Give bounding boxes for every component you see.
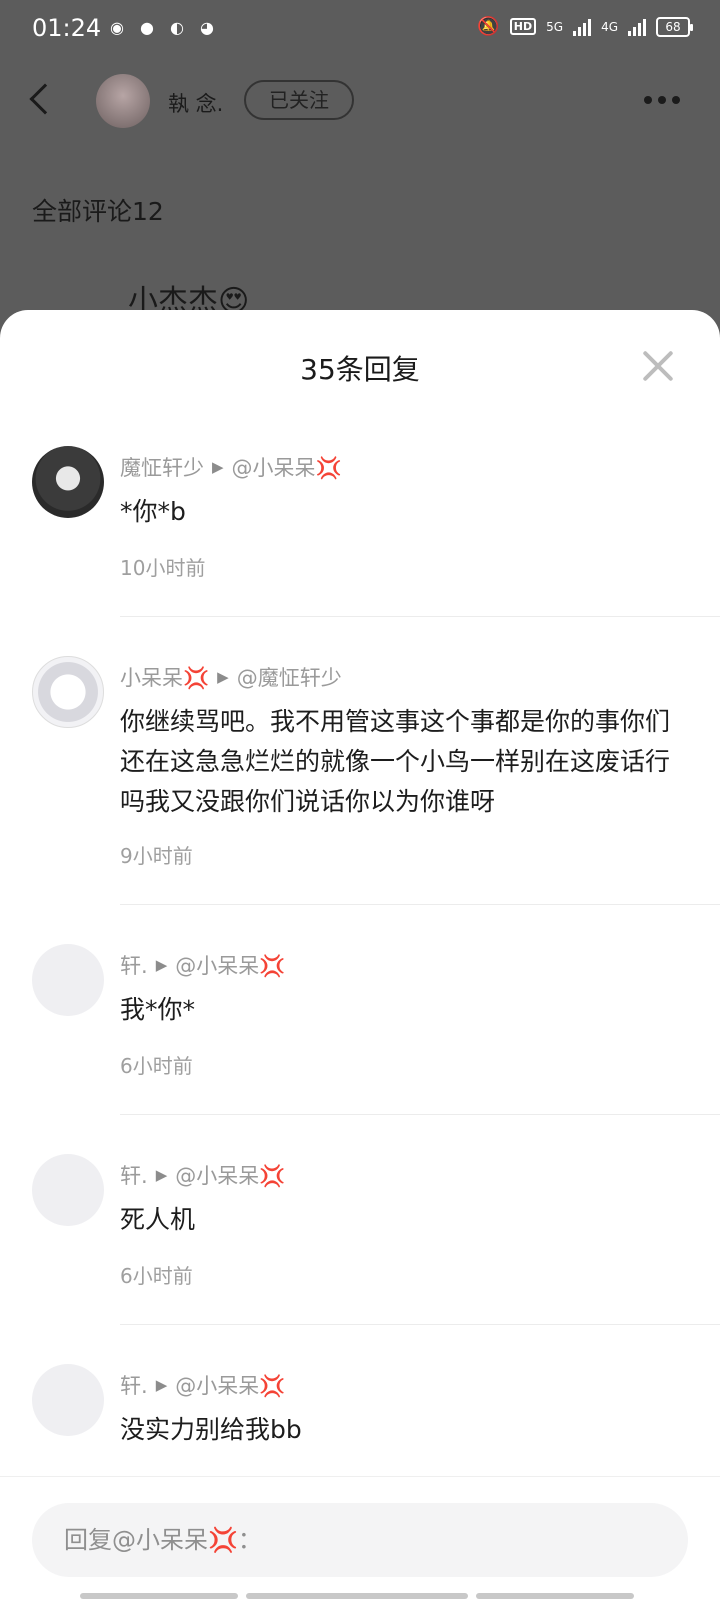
reply-arrow-icon: ▶ [155,1376,168,1394]
network-4g-label: 4G [601,19,618,34]
reply-text: 死人机 [120,1205,196,1234]
reply-time: 6小时前 [120,1054,193,1078]
reply-text: 我*你* [120,995,196,1024]
gesture-bar [80,1593,634,1599]
reply-to[interactable]: @小呆呆💢 [175,1160,285,1190]
divider [120,1114,720,1115]
follow-button[interactable]: 已关注 [244,80,354,120]
bell-muted-icon: 🔕 [477,16,500,37]
hd-icon: HD [509,18,537,35]
divider [120,1324,720,1325]
reply-arrow-icon: ▶ [212,458,224,476]
back-arrow-icon[interactable] [29,83,61,115]
reply-meta: 轩. ▶ @小呆呆💢 [120,1370,285,1400]
replies-sheet: 35条回复 魔怔轩少 ▶ @小呆呆💢 *你*b 10小时前 小呆呆💢 ▶ @魔怔… [0,310,720,1600]
avatar[interactable] [32,1364,104,1436]
notification-icons: ◉ ● ◐ ◕ [106,16,218,38]
sheet-title: 35条回复 [300,353,420,386]
comments-heading: 全部评论12 [32,197,164,226]
message-icon: ● [140,17,154,37]
reply-author[interactable]: 轩. [120,950,148,980]
post-header: 執 念. 已关注 [0,70,720,134]
reply-to[interactable]: @小呆呆💢 [175,1370,285,1400]
reply-author[interactable]: 魔怔轩少 [120,452,204,482]
reply-time: 6小时前 [120,1264,193,1288]
battery-icon: 68 [656,16,693,37]
status-time: 01:24 [32,14,102,42]
divider [120,616,720,617]
reply-meta: 轩. ▶ @小呆呆💢 [120,1160,285,1190]
avatar[interactable] [32,446,104,518]
signal-icon-2 [628,18,646,36]
reply-text: *你*b [120,497,186,526]
author-avatar[interactable] [96,74,150,128]
divider [120,904,720,905]
signal-icon [573,18,592,36]
close-icon[interactable] [642,350,674,382]
dimmed-background-page: 01:24 ◉ ● ◐ ◕ 🔕 HD 5G 4G 68 執 念. 已关注 全部评… [0,0,720,330]
avatar[interactable] [32,656,104,728]
reply-arrow-icon: ▶ [217,668,229,686]
reply-to[interactable]: @魔怔轩少 [237,662,342,692]
app-notification-icon: ◉ [110,17,124,37]
reply-time: 9小时前 [120,844,193,868]
more-options-icon[interactable] [644,96,680,104]
reply-author[interactable]: 小呆呆💢 [120,662,209,692]
author-name[interactable]: 執 念. [168,88,223,118]
reply-author[interactable]: 轩. [120,1370,148,1400]
status-bar: 01:24 ◉ ● ◐ ◕ 🔕 HD 5G 4G 68 [0,0,720,58]
wechat-icon: ◕ [200,17,214,37]
leaf-icon: ◐ [170,17,184,37]
reply-input[interactable]: 回复@小呆呆💢： [32,1503,688,1577]
reply-arrow-icon: ▶ [155,956,168,974]
reply-author[interactable]: 轩. [120,1160,148,1190]
reply-to[interactable]: @小呆呆💢 [175,950,285,980]
reply-meta: 轩. ▶ @小呆呆💢 [120,950,285,980]
reply-to[interactable]: @小呆呆💢 [232,452,342,482]
network-5g-label: 5G [546,19,564,34]
reply-meta: 魔怔轩少 ▶ @小呆呆💢 [120,452,342,482]
reply-text: 你继续骂吧。我不用管这事这个事都是你的事你们还在这急急烂烂的就像一个小鸟一样别在… [120,707,671,816]
reply-time: 10小时前 [120,556,206,580]
reply-arrow-icon: ▶ [155,1166,168,1184]
reply-meta: 小呆呆💢 ▶ @魔怔轩少 [120,662,342,692]
reply-text: 没实力别给我bb [120,1415,302,1444]
reply-bar: 回复@小呆呆💢： [0,1476,720,1600]
avatar[interactable] [32,944,104,1016]
status-right-icons: 🔕 HD 5G 4G 68 [477,16,693,37]
avatar[interactable] [32,1154,104,1226]
